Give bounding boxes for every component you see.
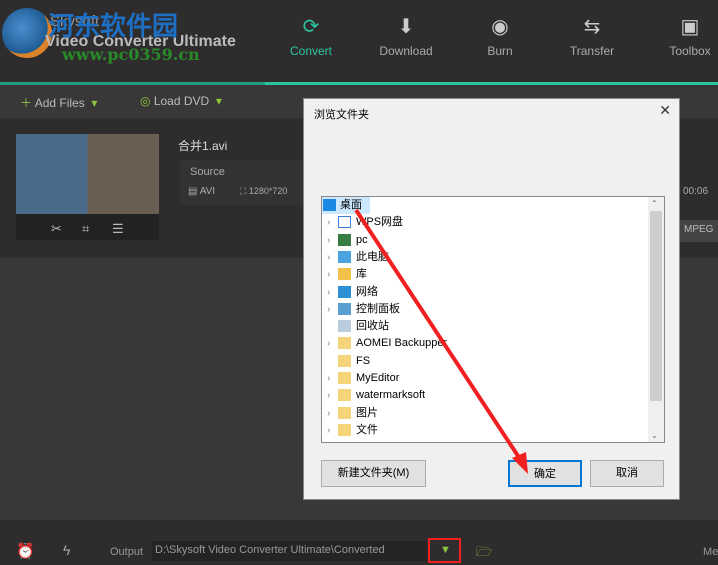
annotation-arrow <box>354 208 528 474</box>
arrow-line <box>354 208 524 464</box>
arrow-head <box>512 452 528 474</box>
